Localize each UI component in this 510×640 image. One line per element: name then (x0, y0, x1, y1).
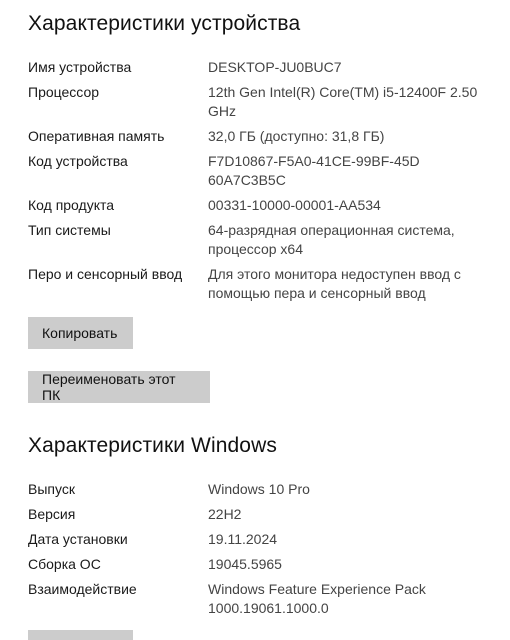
version-value: 22H2 (208, 506, 242, 522)
device-id-label: Код устройства (28, 153, 128, 169)
device-name-label: Имя устройства (28, 59, 132, 75)
pen-touch-label: Перо и сенсорный ввод (28, 266, 183, 282)
product-id-value: 00331-10000-00001-AA534 (208, 197, 381, 213)
device-name-value: DESKTOP-JU0BUC7 (208, 59, 342, 75)
processor-label: Процессор (28, 84, 100, 100)
device-id-value: F7D10867-F5A0-41CE-99BF-45D60A7C3B5C (208, 153, 420, 188)
system-type-label: Тип системы (28, 222, 111, 238)
install-date-label: Дата установки (28, 531, 128, 547)
processor-value: 12th Gen Intel(R) Core(TM) i5-12400F 2.5… (208, 84, 478, 119)
copy-device-specs-button[interactable]: Копировать (28, 317, 133, 349)
device-specs-title: Характеристики устройства (28, 12, 301, 35)
ram-value: 32,0 ГБ (доступно: 31,8 ГБ) (208, 128, 385, 144)
edition-value: Windows 10 Pro (208, 481, 310, 497)
about-settings-page: Характеристики устройства Имя устройства… (0, 0, 510, 640)
ram-label: Оперативная память (28, 128, 165, 144)
system-type-value: 64-разрядная операционная система, проце… (208, 222, 455, 257)
product-id-label: Код продукта (28, 197, 115, 213)
experience-label: Взаимодействие (28, 581, 137, 597)
experience-value: Windows Feature Experience Pack 1000.190… (208, 581, 426, 616)
os-build-value: 19045.5965 (208, 556, 282, 572)
edition-label: Выпуск (28, 481, 75, 497)
rename-pc-button[interactable]: Переименовать этот ПК (28, 371, 210, 403)
os-build-label: Сборка ОС (28, 556, 101, 572)
pen-touch-value: Для этого монитора недоступен ввод с пом… (208, 266, 461, 301)
version-label: Версия (28, 506, 76, 522)
install-date-value: 19.11.2024 (208, 531, 278, 547)
windows-specs-title: Характеристики Windows (28, 434, 277, 457)
copy-windows-specs-button[interactable]: Копировать (28, 630, 133, 640)
